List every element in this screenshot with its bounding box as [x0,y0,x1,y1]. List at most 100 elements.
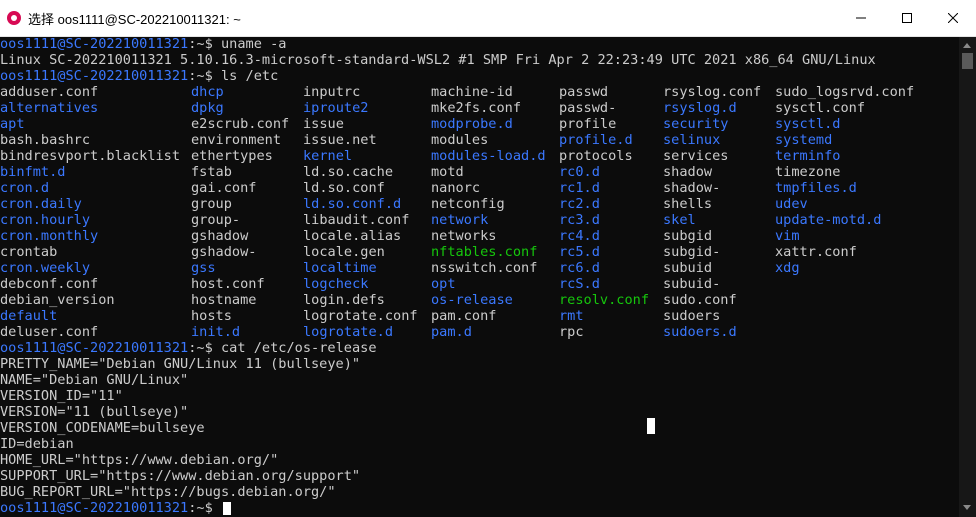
ls-entry: kernel [303,148,353,164]
ls-entry: passwd- [559,100,617,116]
minimize-button[interactable] [838,0,884,36]
ls-entry: bash.bashrc [0,132,91,148]
ls-entry: sudo_logsrvd.conf [775,84,915,100]
prompt-user: oos1111@SC-202210011321 [0,68,189,84]
ls-row: cron.monthly gshadow locale.alias networks r… [0,228,958,244]
prompt-line: oos1111@SC-202210011321:~$ ls /etc [0,68,958,84]
ls-entry: sysctl.d [775,116,841,132]
ls-entry: gshadow [191,228,249,244]
ls-row: alternatives dpkg iproute2 mke2fs.conf passw… [0,100,958,116]
ls-row: apt e2scrub.conf issue modprobe.d profile sec… [0,116,958,132]
ls-row: cron.daily group ld.so.conf.d netconfig rc2.… [0,196,958,212]
prompt-user: oos1111@SC-202210011321 [0,36,189,52]
ls-entry: networks [431,228,497,244]
ls-row: default hosts logrotate.conf pam.conf rmt sud… [0,308,958,324]
ls-entry: modprobe.d [431,116,513,132]
text-cursor [223,501,231,515]
ls-entry: shells [663,196,713,212]
ls-entry: shadow [663,164,713,180]
ls-entry: logrotate.d [303,324,394,340]
ls-entry: terminfo [775,148,841,164]
output-line: SUPPORT_URL="https://www.debian.org/supp… [0,468,361,484]
ls-entry: locale.gen [303,244,385,260]
ls-entry: profile.d [559,132,633,148]
title-bar: 选择 oos1111@SC-202210011321: ~ [0,0,976,37]
ls-entry: xattr.conf [775,244,857,260]
prompt-path: :~$ [188,68,221,84]
ls-entry: xdg [775,260,800,276]
ls-row: deluser.conf init.d logrotate.d pam.d rpc sud… [0,324,958,340]
ls-entry: init.d [191,324,241,340]
ls-entry: tmpfiles.d [775,180,857,196]
ls-entry: passwd [559,84,609,100]
ls-row: binfmt.d fstab ld.so.cache motd rc0.d shadow t… [0,164,958,180]
ls-entry: bindresvport.blacklist [0,148,181,164]
vertical-scrollbar[interactable] [959,37,976,517]
ls-entry: opt [431,276,456,292]
ls-entry: hostname [191,292,257,308]
ls-entry: subgid- [663,244,721,260]
ls-entry: network [431,212,489,228]
ls-entry: vim [775,228,800,244]
ls-entry: update-motd.d [775,212,882,228]
output-line: VERSION_CODENAME=bullseye [0,420,205,436]
ls-entry: cron.d [0,180,50,196]
ls-entry: rmt [559,308,584,324]
ls-entry: libaudit.conf [303,212,410,228]
ls-entry: debian_version [0,292,115,308]
ls-entry: profile [559,116,617,132]
ls-entry: adduser.conf [0,84,99,100]
ls-entry: sysctl.conf [775,100,866,116]
output-line: ID=debian [0,436,74,452]
ls-entry: shadow- [663,180,721,196]
ls-entry: group [191,196,232,212]
ls-entry: mke2fs.conf [431,100,522,116]
ls-entry: locale.alias [303,228,402,244]
ls-entry: rc1.d [559,180,600,196]
ls-entry: debconf.conf [0,276,99,292]
ls-entry: group- [191,212,241,228]
ls-entry: netconfig [431,196,505,212]
ls-entry: gss [191,260,216,276]
scrollbar-thumb[interactable] [962,53,973,69]
ls-entry: rc5.d [559,244,600,260]
output-line: PRETTY_NAME="Debian GNU/Linux 11 (bullse… [0,356,361,372]
ls-entry: rc0.d [559,164,600,180]
ls-entry: environment [191,132,282,148]
ls-entry: ethertypes [191,148,273,164]
scroll-down-arrow-icon[interactable] [963,505,971,510]
ls-entry: machine-id [431,84,513,100]
ls-entry: dpkg [191,100,224,116]
terminal-output[interactable]: oos1111@SC-202210011321:~$ uname -a Linu… [0,36,958,517]
ls-entry: subuid- [663,276,721,292]
output-line: Linux SC-202210011321 5.10.16.3-microsof… [0,52,876,68]
scroll-up-arrow-icon[interactable] [963,43,971,48]
debian-app-icon [7,11,21,25]
ls-entry: rc6.d [559,260,600,276]
output-line: HOME_URL="https://www.debian.org/" [0,452,279,468]
ls-entry: gshadow- [191,244,257,260]
maximize-button[interactable] [884,0,930,36]
ls-entry: rcS.d [559,276,600,292]
ls-entry: binfmt.d [0,164,66,180]
ls-entry: logcheck [303,276,369,292]
ls-entry: udev [775,196,808,212]
output-line: VERSION_ID="11" [0,388,123,404]
close-icon [948,13,958,23]
ls-entry: ld.so.conf.d [303,196,402,212]
prompt-path: :~$ [188,340,221,356]
ls-entry: sudo.conf [663,292,737,308]
ls-entry: rc3.d [559,212,600,228]
ls-entry: selinux [663,132,721,148]
ls-row: bindresvport.blacklist ethertypes kernel mo… [0,148,958,164]
prompt-line: oos1111@SC-202210011321:~$ uname -a [0,36,958,52]
ls-entry: protocols [559,148,633,164]
ls-entry: services [663,148,729,164]
ls-entry: hosts [191,308,232,324]
ls-entry: timezone [775,164,841,180]
ls-entry: nsswitch.conf [431,260,538,276]
command-text: uname -a [221,36,287,52]
ls-entry: rc4.d [559,228,600,244]
close-button[interactable] [930,0,976,36]
ls-entry: issue.net [303,132,377,148]
